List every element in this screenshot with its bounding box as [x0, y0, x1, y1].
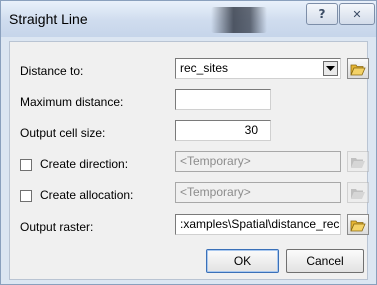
- title-bar[interactable]: Straight Line ? ✕: [1, 1, 376, 37]
- create-direction-browse-button: [347, 151, 369, 172]
- help-button[interactable]: ?: [306, 3, 338, 25]
- dialog-body: Distance to: rec_sites Maximum distance:…: [9, 41, 369, 280]
- max-distance-input[interactable]: [175, 89, 271, 110]
- title-bar-shadow: [211, 7, 267, 33]
- dialog-title: Straight Line: [9, 11, 88, 27]
- create-allocation-label: Create allocation:: [40, 188, 134, 202]
- create-direction-field: <Temporary>: [175, 151, 341, 172]
- folder-open-icon: [351, 157, 365, 168]
- output-raster-label: Output raster:: [20, 220, 94, 234]
- max-distance-label: Maximum distance:: [20, 95, 124, 109]
- close-icon: ✕: [352, 7, 362, 21]
- create-direction-label: Create direction:: [40, 157, 129, 171]
- help-icon: ?: [318, 7, 326, 21]
- cell-size-label: Output cell size:: [20, 126, 106, 140]
- create-allocation-checkbox[interactable]: [20, 190, 32, 202]
- folder-open-icon: [350, 64, 366, 75]
- ok-button[interactable]: OK: [206, 249, 279, 273]
- distance-to-value: rec_sites: [180, 61, 229, 75]
- output-raster-browse-button[interactable]: [347, 214, 369, 235]
- straight-line-dialog: Straight Line ? ✕ Distance to: rec_sites…: [0, 0, 377, 285]
- close-button[interactable]: ✕: [339, 3, 375, 25]
- cancel-button[interactable]: Cancel: [286, 249, 364, 273]
- folder-open-icon: [351, 188, 365, 199]
- output-raster-input[interactable]: :xamples\Spatial\distance_rec: [175, 214, 341, 235]
- chevron-down-icon[interactable]: [323, 61, 338, 76]
- distance-to-browse-button[interactable]: [347, 58, 369, 79]
- create-direction-checkbox[interactable]: [20, 159, 32, 171]
- create-allocation-field: <Temporary>: [175, 182, 341, 203]
- create-allocation-browse-button: [347, 182, 369, 203]
- folder-open-icon: [350, 220, 366, 231]
- distance-to-label: Distance to:: [20, 64, 84, 78]
- cell-size-input[interactable]: 30: [175, 120, 271, 141]
- distance-to-dropdown[interactable]: rec_sites: [175, 58, 341, 79]
